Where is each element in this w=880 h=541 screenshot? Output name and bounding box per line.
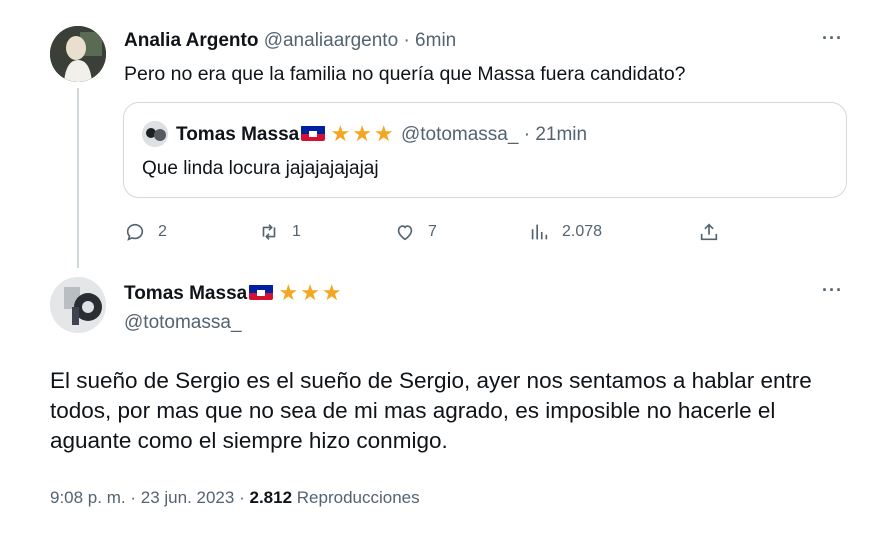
star-icon: ★★★ — [278, 280, 344, 305]
tweet-time[interactable]: 6min — [415, 30, 456, 51]
author-name[interactable]: Tomas Massa — [124, 283, 247, 304]
reply-count: 2 — [158, 223, 167, 240]
reply-header: Tomas Massa ★★★ — [124, 281, 344, 306]
more-icon[interactable]: ··· — [822, 280, 843, 301]
author-handle[interactable]: @analiaargento — [264, 30, 398, 51]
star-icon: ★★★ — [330, 121, 396, 146]
quote-time: 21min — [535, 124, 588, 145]
tweet-time[interactable]: 9:08 p. m. — [50, 488, 126, 507]
like-count: 7 — [428, 223, 437, 240]
views-count: 2.812 — [249, 488, 293, 507]
tweet-text: Pero no era que la familia no quería que… — [124, 63, 686, 85]
haiti-flag-icon — [301, 125, 326, 141]
more-icon[interactable]: ··· — [822, 28, 843, 49]
quote-text: Que linda locura jajajajajajaj — [142, 158, 379, 179]
like-icon — [397, 225, 413, 241]
views-icon — [531, 224, 548, 240]
quote-tweet[interactable] — [123, 102, 847, 198]
avatar[interactable] — [50, 26, 106, 82]
retweet-icon — [262, 224, 276, 240]
tweet-header: Analia Argento @analiaargento · 6min — [124, 29, 456, 53]
quote-handle: @totomassa_ — [400, 124, 519, 145]
separator: · — [130, 488, 137, 507]
avatar[interactable] — [50, 277, 106, 333]
views-label: Reproducciones — [296, 488, 420, 507]
retweet-button[interactable]: 1 — [258, 220, 301, 244]
separator: · — [403, 30, 410, 51]
reply-icon — [126, 223, 144, 241]
author-handle[interactable]: @totomassa_ — [124, 311, 242, 335]
tweet-meta: 9:08 p. m. · 23 jun. 2023 · 2.812 Reprod… — [50, 488, 420, 508]
quote-avatar — [142, 121, 168, 147]
quote-author-name: Tomas Massa — [176, 124, 300, 145]
thread-line — [77, 88, 79, 268]
quote-header: Tomas Massa ★★★ @totomassa_ · 21min — [176, 122, 587, 147]
views-button[interactable]: 2.078 — [528, 220, 602, 244]
views-count: 2.078 — [562, 223, 603, 240]
reply-button[interactable]: 2 — [124, 220, 167, 244]
tweet-date[interactable]: 23 jun. 2023 — [141, 488, 235, 507]
separator: · — [523, 124, 531, 145]
retweet-count: 1 — [292, 223, 301, 240]
share-icon — [700, 223, 718, 241]
haiti-flag-icon — [249, 284, 274, 300]
separator: · — [239, 488, 245, 507]
share-button[interactable] — [698, 220, 732, 244]
like-button[interactable]: 7 — [394, 220, 437, 244]
author-name[interactable]: Analia Argento — [124, 30, 258, 51]
tweet-body: El sueño de Sergio es el sueño de Sergio… — [50, 368, 812, 453]
